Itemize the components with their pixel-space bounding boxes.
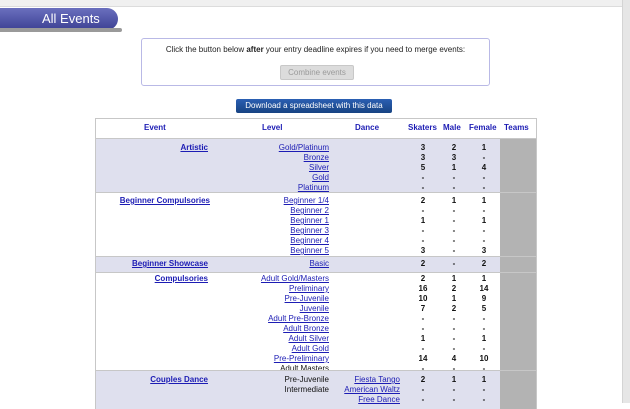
merge-panel: Click the button below after your entry …	[141, 38, 490, 86]
header-level: Level	[262, 123, 283, 132]
header-dance: Dance	[355, 123, 380, 132]
header-male: Male	[443, 123, 461, 132]
level-link[interactable]: Silver	[209, 163, 329, 173]
dance-link[interactable]: Fiesta Tango	[336, 375, 400, 385]
female-beginner-compulsories: 1-1--3	[481, 196, 487, 255]
merge-instructions: Click the button below after your entry …	[165, 45, 466, 54]
male-couples-dance: 1--	[451, 375, 457, 404]
teams-cell-artistic	[500, 139, 536, 192]
level-text: Intermediate	[284, 385, 329, 394]
level-link[interactable]: Beginner 5	[209, 246, 329, 256]
level-link[interactable]: Bronze	[209, 153, 329, 163]
dance-link[interactable]: American Waltz	[336, 385, 400, 395]
level-link[interactable]: Beginner 4	[209, 236, 329, 246]
header-skaters: Skaters	[408, 123, 437, 132]
event-link-artistic[interactable]: Artistic	[98, 143, 208, 153]
header-teams: Teams	[504, 123, 529, 132]
level-link[interactable]: Adult Bronze	[209, 324, 329, 334]
levels-artistic: Gold/Platinum Bronze Silver Gold Platinu…	[209, 143, 329, 193]
male-beginner-compulsories: 1-----	[451, 196, 457, 255]
level-link[interactable]: Pre-Preliminary	[209, 354, 329, 364]
level-link[interactable]: Adult Gold	[209, 344, 329, 354]
event-link-compulsories[interactable]: Compulsories	[98, 274, 208, 284]
dance-link[interactable]: Free Dance	[336, 395, 400, 405]
level-link[interactable]: Adult Silver	[209, 334, 329, 344]
level-link[interactable]: Adult Pre-Bronze	[209, 314, 329, 324]
female-beginner-showcase: 2	[481, 259, 487, 268]
window-scrollbar[interactable]	[622, 0, 630, 403]
header-event: Event	[144, 123, 166, 132]
skaters-beginner-showcase: 2	[420, 259, 426, 268]
event-link-beginner-showcase[interactable]: Beginner Showcase	[98, 259, 208, 269]
level-link[interactable]: Beginner 2	[209, 206, 329, 216]
dances-couples-dance: Fiesta Tango American Waltz Free Dance	[336, 375, 400, 405]
level-link[interactable]: Juvenile	[209, 304, 329, 314]
level-link[interactable]: Pre-Juvenile	[209, 294, 329, 304]
levels-beginner-showcase: Basic	[209, 259, 329, 269]
combine-events-button[interactable]: Combine events	[280, 65, 354, 80]
event-link-couples-dance[interactable]: Couples Dance	[98, 375, 208, 385]
male-compulsories: 1212----4-	[451, 274, 457, 373]
teams-cell-compulsories	[500, 273, 536, 370]
levels-couples-dance: Pre-Juvenile Intermediate	[209, 375, 329, 395]
level-link[interactable]: Preliminary	[209, 284, 329, 294]
skaters-couples-dance: 2--	[420, 375, 426, 404]
level-text: Pre-Juvenile	[284, 375, 329, 384]
level-link[interactable]: Basic	[209, 259, 329, 269]
female-compulsories: 1 14 9 5- -1-10-	[479, 274, 489, 373]
level-link[interactable]: Beginner 1/4	[209, 196, 329, 206]
levels-beginner-compulsories: Beginner 1/4 Beginner 2 Beginner 1 Begin…	[209, 196, 329, 256]
download-spreadsheet-button[interactable]: Download a spreadsheet with this data	[236, 99, 392, 113]
male-artistic: 231--	[451, 143, 457, 192]
top-border	[0, 0, 622, 7]
levels-compulsories: Adult Gold/Masters Preliminary Pre-Juven…	[209, 274, 329, 374]
title-underline	[0, 28, 122, 32]
level-link[interactable]: Adult Gold/Masters	[209, 274, 329, 284]
level-link[interactable]: Beginner 1	[209, 216, 329, 226]
events-table: Event Level Dance Skaters Male Female Te…	[95, 118, 537, 409]
female-artistic: 1-4--	[481, 143, 487, 192]
page-title: All Events	[0, 8, 118, 30]
header-female: Female	[469, 123, 497, 132]
level-link[interactable]: Gold	[209, 173, 329, 183]
teams-cell-beginner-showcase	[500, 257, 536, 272]
level-link[interactable]: Beginner 3	[209, 226, 329, 236]
row-divider	[96, 192, 536, 193]
teams-cell-beginner-compulsories	[500, 193, 536, 256]
skaters-beginner-compulsories: 2-1--3	[420, 196, 426, 255]
event-link-beginner-compulsories[interactable]: Beginner Compulsories	[98, 196, 210, 206]
level-link[interactable]: Gold/Platinum	[209, 143, 329, 153]
row-divider	[96, 272, 536, 273]
male-beginner-showcase: -	[452, 259, 456, 268]
skaters-compulsories: 2 16 10 7- -1-14-	[418, 274, 428, 373]
teams-cell-couples-dance	[500, 371, 536, 409]
female-couples-dance: 1--	[481, 375, 487, 404]
skaters-artistic: 335--	[420, 143, 426, 192]
